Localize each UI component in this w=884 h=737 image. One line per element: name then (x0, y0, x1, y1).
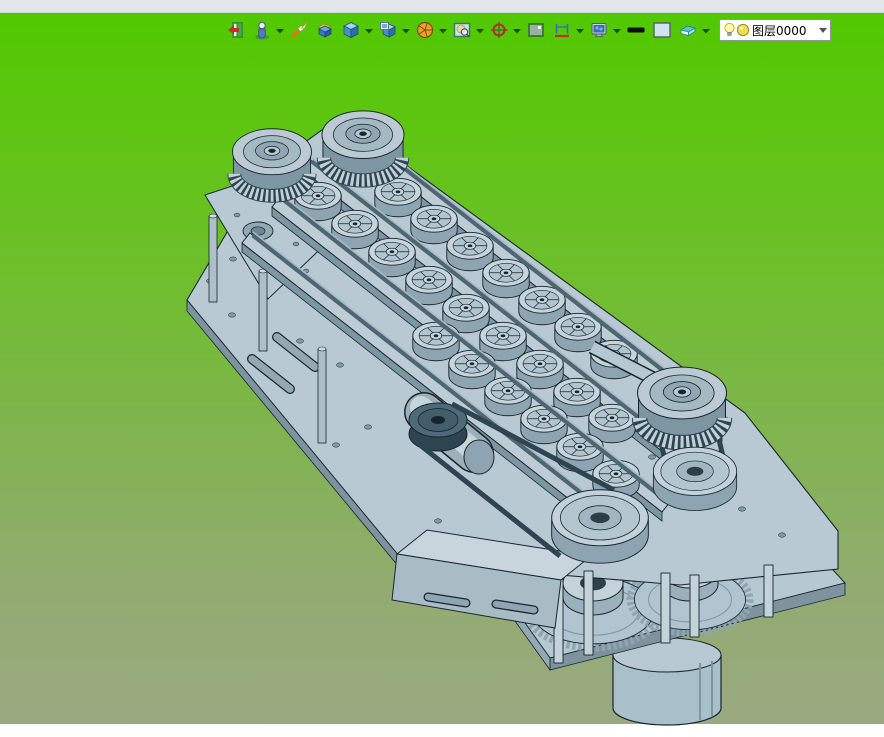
color-swatch-icon[interactable] (652, 20, 672, 40)
dropdown-arrow-icon[interactable] (276, 28, 284, 34)
model-3d[interactable] (0, 13, 884, 737)
layer-sphere-icon (736, 23, 750, 37)
eraser-icon[interactable] (678, 20, 698, 40)
dropdown-arrow-icon[interactable] (513, 28, 521, 34)
pie-wheel-icon[interactable] (415, 20, 435, 40)
brush-icon[interactable] (289, 20, 309, 40)
measure-icon[interactable] (552, 20, 572, 40)
layer-combo[interactable]: 图层0000 (719, 19, 831, 41)
dropdown-arrow-icon[interactable] (613, 28, 621, 34)
cube-image-icon[interactable] (378, 20, 398, 40)
bulb-icon (724, 22, 735, 36)
dropdown-arrow-icon[interactable] (702, 28, 710, 34)
figure-icon[interactable] (252, 20, 272, 40)
disc-pulley-large (551, 489, 649, 564)
dropdown-arrow-icon[interactable] (476, 28, 484, 34)
cad-viewport[interactable]: 图层0000 (0, 13, 884, 726)
display-box-icon[interactable] (526, 20, 546, 40)
rotate-compass-icon[interactable] (489, 20, 509, 40)
combo-dropdown-arrow-icon[interactable] (819, 27, 827, 33)
cube-icon[interactable] (341, 20, 361, 40)
motor-cylinder (612, 637, 722, 726)
floating-toolbar: 图层0000 (226, 17, 831, 43)
line-width-icon[interactable] (626, 20, 646, 40)
dropdown-arrow-icon[interactable] (365, 28, 373, 34)
window-top-strip (0, 0, 884, 13)
exit-door-icon[interactable] (226, 20, 246, 40)
open-box-icon[interactable] (315, 20, 335, 40)
monitor-icon[interactable] (589, 20, 609, 40)
dropdown-arrow-icon[interactable] (576, 28, 584, 34)
dropdown-arrow-icon[interactable] (439, 28, 447, 34)
app-window: 图层0000 (0, 0, 884, 726)
dropdown-arrow-icon[interactable] (402, 28, 410, 34)
image-magnifier-icon[interactable] (452, 20, 472, 40)
layer-combo-value: 图层0000 (752, 23, 807, 38)
